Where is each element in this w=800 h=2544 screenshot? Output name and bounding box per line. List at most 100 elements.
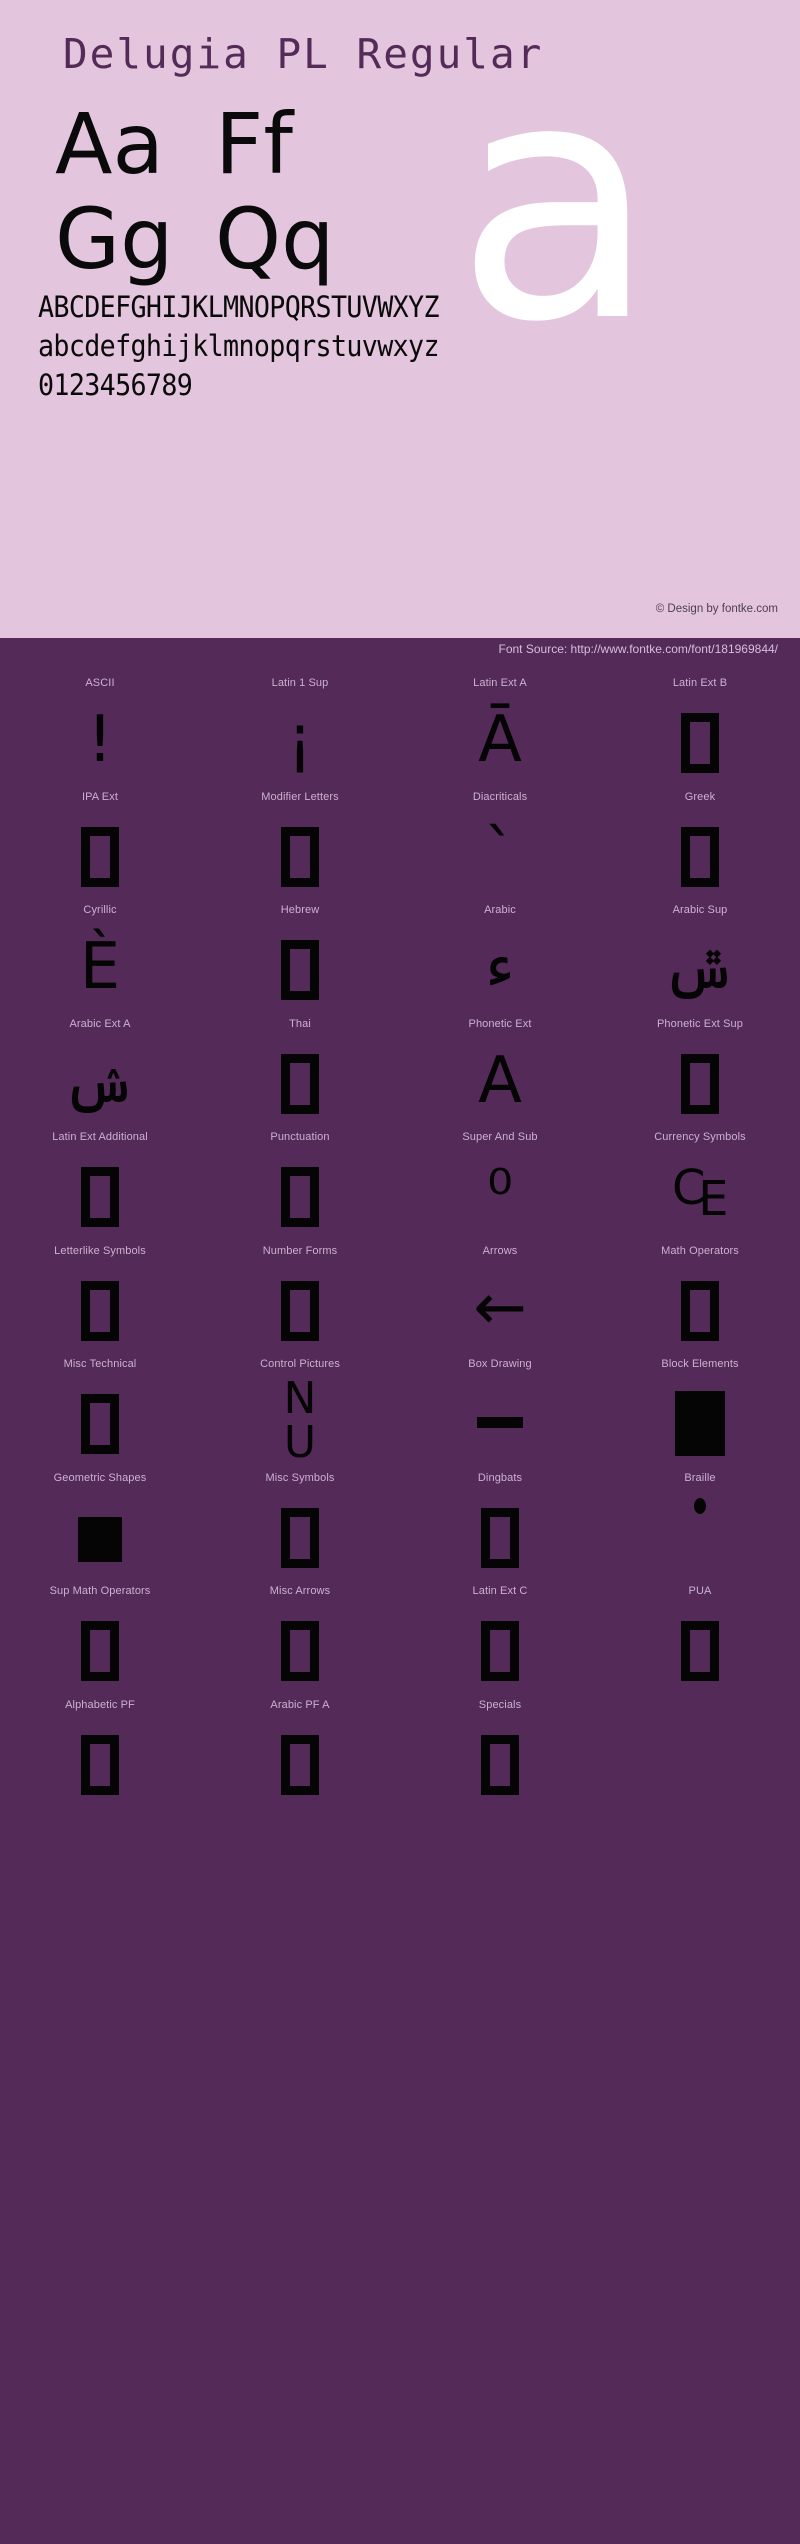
unicode-block-label: Braille xyxy=(684,1471,716,1484)
unicode-block-cell[interactable]: Latin 1 Sup ¡ xyxy=(200,676,400,790)
unicode-block-cell[interactable]: Latin Ext C xyxy=(400,1584,600,1698)
unicode-block-cell[interactable]: Arabic Sup ݜ xyxy=(600,903,800,1017)
unicode-block-row: Letterlike Symbols Number Forms Arrows ← Mat… xyxy=(0,1244,800,1358)
unicode-block-cell[interactable]: Hebrew xyxy=(200,903,400,1017)
unicode-block-label: Misc Symbols xyxy=(265,1471,335,1484)
unicode-block-sample: A xyxy=(478,1043,522,1118)
unicode-block-cell[interactable]: Control Pictures N U xyxy=(200,1357,400,1471)
unicode-block-sample xyxy=(200,808,400,900)
unicode-block-cell[interactable]: Sup Math Operators xyxy=(0,1584,200,1698)
unicode-block-sample: ⁰ xyxy=(487,1157,513,1231)
unicode-block-cell[interactable]: Latin Ext Additional xyxy=(0,1130,200,1244)
unicode-block-row: Arabic Ext A ݾ Thai Phonetic Ext A Phonetic E… xyxy=(0,1017,800,1131)
unicode-block-sample: È xyxy=(79,930,121,1004)
unicode-block-label: Misc Technical xyxy=(63,1358,137,1370)
unicode-block-cell[interactable]: Arabic Ext A ݾ xyxy=(0,1017,200,1131)
unicode-block-cell[interactable]: Super And Sub ⁰ xyxy=(400,1130,600,1244)
unicode-block-sample: ← xyxy=(473,1270,527,1345)
unicode-block-sample: ء xyxy=(484,930,516,1004)
unicode-block-sample: ݜ xyxy=(662,930,738,1004)
letter-pair-row: Gg Qq xyxy=(55,193,475,288)
unicode-block-sample xyxy=(0,1375,200,1467)
unicode-block-cell[interactable]: ASCII! xyxy=(0,676,200,790)
unicode-block-sample xyxy=(200,1716,400,1808)
unicode-block-sample xyxy=(600,1262,800,1354)
unicode-block-label: Diacriticals xyxy=(472,790,528,803)
unicode-block-cell[interactable]: Arabic PF A xyxy=(200,1698,400,1812)
alphabet-uppercase: ABCDEFGHIJKLMNOPQRSTUVWXYZ xyxy=(38,290,440,324)
unicode-block-cell[interactable]: Box Drawing xyxy=(400,1357,600,1471)
unicode-block-cell[interactable]: Greek xyxy=(600,790,800,904)
unicode-block-sample: ¡ xyxy=(287,703,313,777)
unicode-block-label: Math Operators xyxy=(661,1244,739,1257)
unicode-block-sample xyxy=(0,1602,200,1694)
unicode-block-sample xyxy=(600,808,800,900)
unicode-block-cell[interactable]: Latin Ext B xyxy=(600,676,800,790)
unicode-block-sample xyxy=(600,1602,800,1694)
unicode-block-cell[interactable]: Letterlike Symbols xyxy=(0,1244,200,1358)
unicode-block-cell[interactable]: Phonetic Ext Sup xyxy=(600,1017,800,1131)
unicode-block-label: Letterlike Symbols xyxy=(54,1244,146,1257)
unicode-block-label: Hebrew xyxy=(280,904,320,916)
unicode-block-label: Latin 1 Sup xyxy=(271,677,329,689)
unicode-block-sample xyxy=(0,1716,200,1808)
unicode-block-cell[interactable]: Specials xyxy=(400,1698,600,1812)
unicode-block-label: Arabic xyxy=(484,904,516,916)
unicode-block-cell[interactable]: Alphabetic PF xyxy=(0,1698,200,1812)
unicode-block-label: Thai xyxy=(289,1017,311,1030)
unicode-block-sample xyxy=(400,1375,600,1467)
unicode-block-sample xyxy=(0,1489,200,1581)
unicode-block-cell[interactable]: Phonetic Ext A xyxy=(400,1017,600,1131)
unicode-block-label: ASCII xyxy=(85,677,115,689)
alphabet-specimen: ABCDEFGHIJKLMNOPQRSTUVWXYZ abcdefghijklm… xyxy=(38,288,768,405)
unicode-block-cell[interactable]: Diacriticals ˋ xyxy=(400,790,600,904)
unicode-block-row: Geometric Shapes Misc Symbols Dingbats Brai… xyxy=(0,1471,800,1585)
unicode-block-sample xyxy=(200,1035,400,1127)
unicode-block-cell[interactable]: Currency Symbols ₠ xyxy=(600,1130,800,1244)
unicode-block-sample xyxy=(600,1035,800,1127)
unicode-block-label: Arabic PF A xyxy=(270,1698,330,1711)
unicode-block-sample: ˋ xyxy=(484,816,516,891)
unicode-block-sample xyxy=(0,808,200,900)
letter-pairs-grid: Aa Ff Gg Qq xyxy=(55,98,475,288)
unicode-block-row: Misc Technical Control Pictures N U Box Draw… xyxy=(0,1357,800,1471)
unicode-block-cell[interactable]: PUA xyxy=(600,1584,800,1698)
unicode-block-cell[interactable]: Dingbats xyxy=(400,1471,600,1585)
unicode-block-sample xyxy=(200,921,400,1013)
unicode-block-cell[interactable]: Misc Technical xyxy=(0,1357,200,1471)
unicode-block-cell[interactable]: Math Operators xyxy=(600,1244,800,1358)
letter-pair: Ff xyxy=(215,95,293,193)
unicode-block-cell[interactable]: Geometric Shapes xyxy=(0,1471,200,1585)
unicode-blocks-grid: ASCII! Latin 1 Sup ¡ Latin Ext A Ā Latin Ext … xyxy=(0,676,800,1811)
unicode-block-label: Geometric Shapes xyxy=(53,1471,147,1484)
unicode-block-label: Arabic Sup xyxy=(672,904,728,916)
unicode-block-cell-empty xyxy=(600,1698,800,1812)
unicode-block-sample xyxy=(400,1489,600,1581)
unicode-block-label: Phonetic Ext xyxy=(468,1017,532,1030)
unicode-block-cell[interactable]: Latin Ext A Ā xyxy=(400,676,600,790)
unicode-block-cell[interactable]: Modifier Letters xyxy=(200,790,400,904)
unicode-block-cell[interactable]: Arrows ← xyxy=(400,1244,600,1358)
unicode-block-cell[interactable]: Arabic ء xyxy=(400,903,600,1017)
unicode-block-sample: ! xyxy=(87,703,113,777)
unicode-block-label: Arrows xyxy=(482,1244,518,1257)
unicode-block-cell[interactable]: Braille xyxy=(600,1471,800,1585)
unicode-block-row: Alphabetic PF Arabic PF A Specials xyxy=(0,1698,800,1812)
unicode-block-cell[interactable]: Block Elements xyxy=(600,1357,800,1471)
unicode-block-label: Control Pictures xyxy=(260,1358,340,1370)
unicode-block-cell[interactable]: IPA Ext xyxy=(0,790,200,904)
unicode-block-label: Arabic Ext A xyxy=(69,1017,131,1030)
unicode-block-cell[interactable]: Misc Symbols xyxy=(200,1471,400,1585)
unicode-block-row: Latin Ext Additional Punctuation Super And… xyxy=(0,1130,800,1244)
unicode-block-label: Latin Ext C xyxy=(472,1585,528,1597)
unicode-block-sample xyxy=(200,1262,400,1354)
unicode-block-label: Modifier Letters xyxy=(261,790,339,803)
unicode-block-cell[interactable]: Punctuation xyxy=(200,1130,400,1244)
unicode-block-cell[interactable]: Misc Arrows xyxy=(200,1584,400,1698)
unicode-block-cell[interactable]: Cyrillic È xyxy=(0,903,200,1017)
unicode-block-cell[interactable]: Thai xyxy=(200,1017,400,1131)
unicode-block-label: Misc Arrows xyxy=(269,1585,331,1597)
unicode-block-sample xyxy=(600,1489,800,1581)
unicode-block-label: Alphabetic PF xyxy=(65,1698,135,1711)
unicode-block-cell[interactable]: Number Forms xyxy=(200,1244,400,1358)
